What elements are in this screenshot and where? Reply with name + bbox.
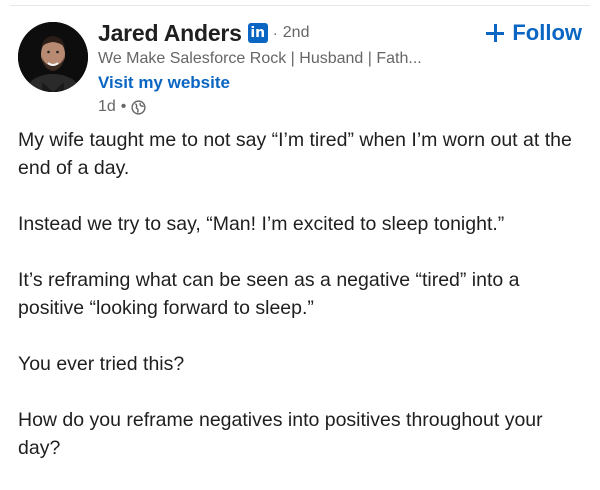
author-name[interactable]: Jared Anders <box>98 20 242 47</box>
post-paragraph: How do you reframe negatives into positi… <box>18 409 543 459</box>
time-separator: • <box>120 98 127 115</box>
avatar-photo <box>18 22 88 92</box>
post-paragraph: My wife taught me to not say “I’m tired”… <box>18 129 572 179</box>
follow-label: Follow <box>512 20 582 45</box>
linkedin-badge-icon: in <box>247 23 268 43</box>
author-headline: We Make Salesforce Rock | Husband | Fath… <box>98 50 422 67</box>
plus-icon <box>486 24 505 42</box>
post-body: My wife taught me to not say “I’m tired”… <box>18 126 586 490</box>
post-paragraph: It’s reframing what can be seen as a neg… <box>18 269 520 319</box>
post-paragraph: You ever tried this? <box>18 353 185 375</box>
avatar[interactable] <box>18 22 88 92</box>
connection-degree: 2nd <box>282 24 310 41</box>
top-divider <box>10 5 590 6</box>
post-header: Jared Anders in · 2nd We Make Salesforce… <box>18 18 586 116</box>
follow-button[interactable]: Follow <box>486 18 582 48</box>
visit-website-link[interactable]: Visit my website <box>98 73 422 93</box>
post-time: 1d <box>98 98 116 115</box>
author-name-line: Jared Anders in · 2nd <box>98 18 422 48</box>
post-time-line: 1d • <box>98 98 422 116</box>
post-paragraph: Instead we try to say, “Man! I’m excited… <box>18 213 505 235</box>
author-meta: Jared Anders in · 2nd We Make Salesforce… <box>98 18 422 116</box>
degree-separator: · <box>272 24 278 42</box>
globe-icon <box>131 99 146 115</box>
